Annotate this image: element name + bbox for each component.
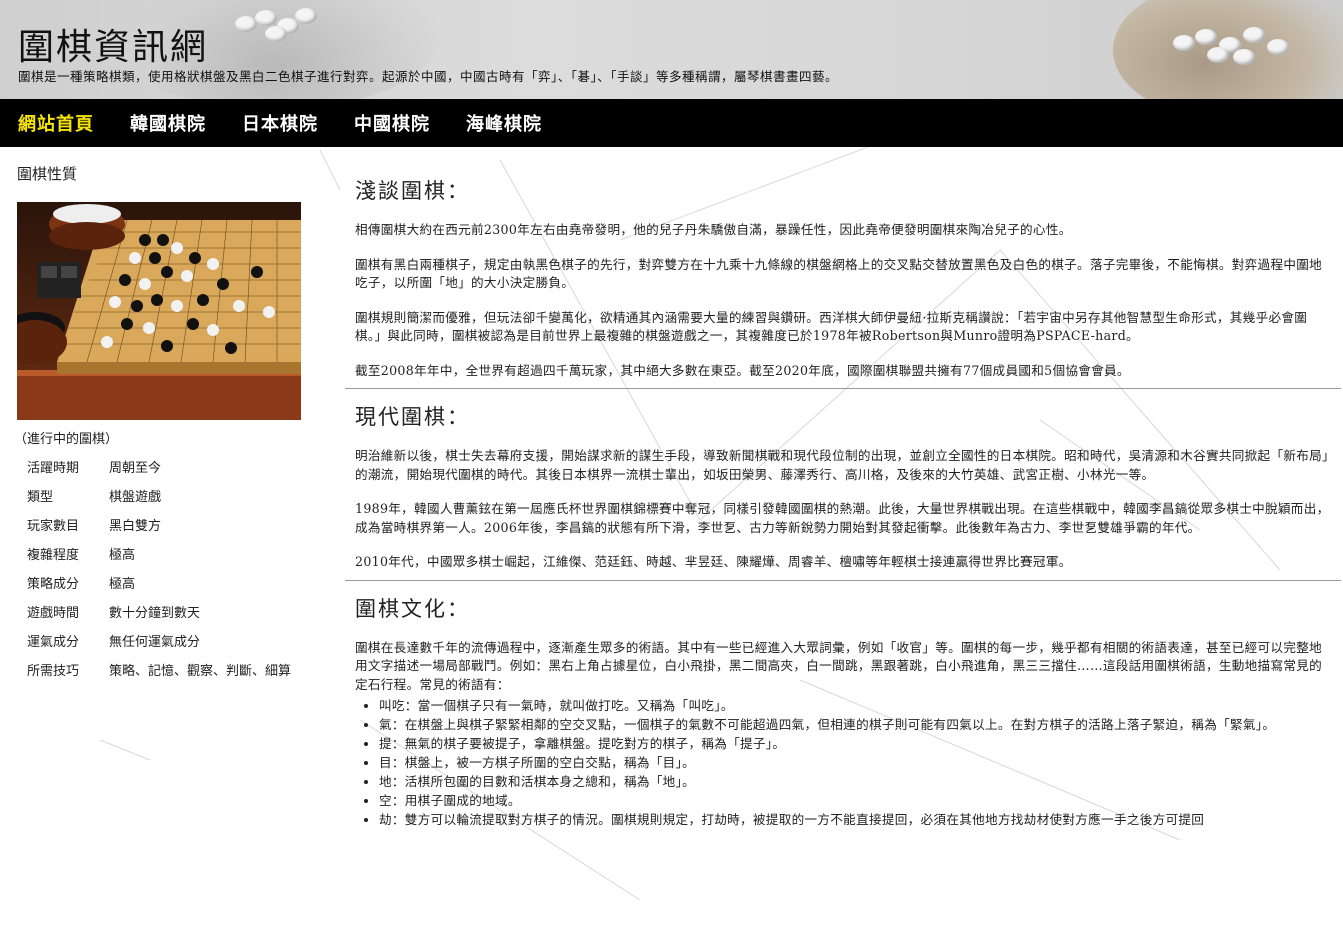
site-description: 圍棋是一種策略棋類，使用格狀棋盤及黑白二色棋子進行對弈。起源於中國，中國古時有「…: [18, 69, 839, 84]
main-nav: 網站首頁 韓國棋院 日本棋院 中國棋院 海峰棋院: [0, 99, 1343, 147]
go-game-photo: [17, 202, 301, 420]
sidebar-heading: 圍棋性質: [17, 165, 78, 183]
nav-item-china-weiqi[interactable]: 中國棋院: [354, 110, 430, 136]
property-row: 運氣成分 無任何運氣成分: [27, 635, 345, 651]
sidebar: 圍棋性質 （進行中的圍棋） 活躍時期 周朝至今 類型 棋盤遊戲 玩家數目 黑白雙…: [0, 147, 345, 829]
property-key: 複雜程度: [27, 548, 80, 563]
paragraph: 圍棋在長達數千年的流傳過程中，逐漸產生眾多的術語。其中有一些已經進入大眾詞彙，例…: [355, 639, 1323, 692]
property-key: 所需技巧: [27, 664, 80, 679]
list-item: 氣：在棋盤上與棋子緊緊相鄰的空交叉點，一個棋子的氣數不可能超過四氣，但相連的棋子…: [379, 715, 1333, 734]
paragraph: 明治維新以後，棋士失去幕府支援，開始謀求新的謀生手段，導致新聞棋戰和現代段位制的…: [355, 448, 1329, 482]
property-row: 複雜程度 極高: [27, 548, 345, 564]
property-value: 周朝至今: [109, 461, 162, 476]
header-stones-decoration: [235, 8, 325, 48]
section-title: 淺談圍棋：: [355, 179, 470, 203]
property-value: 極高: [109, 577, 136, 592]
nav-item-nihon-kiin[interactable]: 日本棋院: [242, 110, 318, 136]
terms-list: 叫吃：當一個棋子只有一氣時，就叫做打吃。又稱為「叫吃」。 氣：在棋盤上與棋子緊緊…: [379, 696, 1333, 829]
property-row: 玩家數目 黑白雙方: [27, 519, 345, 535]
property-value: 黑白雙方: [109, 519, 162, 534]
section-title: 圍棋文化：: [355, 596, 470, 621]
section-intro: 淺談圍棋： 相傳圍棋大約在西元前2300年左右由堯帝發明，他的兒子丹朱驕傲自滿，…: [345, 171, 1341, 389]
photo-caption: （進行中的圍棋）: [14, 432, 119, 447]
section-title: 現代圍棋：: [355, 405, 470, 429]
list-item: 叫吃：當一個棋子只有一氣時，就叫做打吃。又稱為「叫吃」。: [379, 696, 1333, 715]
site-title: 圍棋資訊網: [18, 27, 209, 68]
paragraph: 1989年，韓國人曹薰鉉在第一屆應氏杯世界圍棋錦標賽中奪冠，同樣引發韓國圍棋的熱…: [355, 501, 1330, 535]
property-value: 無任何運氣成分: [109, 635, 201, 650]
section-culture: 圍棋文化： 圍棋在長達數千年的流傳過程中，逐漸產生眾多的術語。其中有一些已經進入…: [345, 581, 1341, 830]
property-row: 類型 棋盤遊戲: [27, 490, 345, 506]
list-item: 目：棋盤上，被一方棋子所圍的空白交點，稱為「目」。: [379, 753, 1333, 772]
section-modern: 現代圍棋： 明治維新以後，棋士失去幕府支援，開始謀求新的謀生手段，導致新聞棋戰和…: [345, 389, 1341, 581]
list-item: 提：無氣的棋子要被提子，拿離棋盤。提吃對方的棋子，稱為「提子」。: [379, 734, 1333, 753]
paragraph: 2010年代，中國眾多棋士崛起，江維傑、范廷鈺、時越、芈昱廷、陳耀燁、周睿羊、檀…: [355, 554, 1072, 569]
paragraph: 截至2008年年中，全世界有超過四千萬玩家，其中絕大多數在東亞。截至2020年底…: [355, 362, 1130, 378]
property-key: 玩家數目: [27, 519, 80, 534]
list-item: 劫：雙方可以輪流提取對方棋子的情況。圍棋規則規定，打劫時，被提取的一方不能直接提…: [379, 810, 1333, 829]
property-value: 策略、記憶、觀察、判斷、細算: [109, 664, 292, 679]
page-content: 圍棋性質 （進行中的圍棋） 活躍時期 周朝至今 類型 棋盤遊戲 玩家數目 黑白雙…: [0, 147, 1343, 829]
site-header: 圍棋資訊網 圍棋是一種策略棋類，使用格狀棋盤及黑白二色棋子進行對弈。起源於中國，…: [0, 0, 1343, 99]
property-key: 遊戲時間: [27, 606, 80, 621]
list-item: 空：用棋子圍成的地域。: [379, 791, 1333, 810]
property-value: 棋盤遊戲: [109, 490, 162, 505]
paragraph: 圍棋有黑白兩種棋子，規定由執黑色棋子的先行，對弈雙方在十九乘十九條線的棋盤網格上…: [355, 256, 1323, 291]
paragraph: 圍棋規則簡潔而優雅，但玩法卻千變萬化，欲精通其內涵需要大量的練習與鑽研。西洋棋大…: [355, 309, 1308, 344]
property-value: 數十分鐘到數天: [109, 606, 201, 621]
property-row: 所需技巧 策略、記憶、觀察、判斷、細算: [27, 664, 345, 680]
header-stones-right-decoration: [1173, 25, 1303, 75]
paragraph: 相傳圍棋大約在西元前2300年左右由堯帝發明，他的兒子丹朱驕傲自滿，暴躁任性，因…: [355, 222, 1072, 237]
property-value: 極高: [109, 548, 136, 563]
property-key: 活躍時期: [27, 461, 80, 476]
list-item: 地：活棋所包圍的目數和活棋本身之總和，稱為「地」。: [379, 772, 1333, 791]
property-key: 運氣成分: [27, 635, 80, 650]
property-key: 類型: [27, 490, 54, 505]
nav-item-home[interactable]: 網站首頁: [18, 110, 94, 136]
main-article: 淺談圍棋： 相傳圍棋大約在西元前2300年左右由堯帝發明，他的兒子丹朱驕傲自滿，…: [345, 147, 1341, 829]
nav-item-korea-baduk[interactable]: 韓國棋院: [130, 110, 206, 136]
property-key: 策略成分: [27, 577, 80, 592]
nav-item-haifeng[interactable]: 海峰棋院: [466, 110, 542, 136]
property-row: 策略成分 極高: [27, 577, 345, 593]
properties-table: 活躍時期 周朝至今 類型 棋盤遊戲 玩家數目 黑白雙方 複雜程度 極高 策略成分 極高 遊…: [27, 461, 345, 680]
property-row: 遊戲時間 數十分鐘到數天: [27, 606, 345, 622]
property-row: 活躍時期 周朝至今: [27, 461, 345, 477]
